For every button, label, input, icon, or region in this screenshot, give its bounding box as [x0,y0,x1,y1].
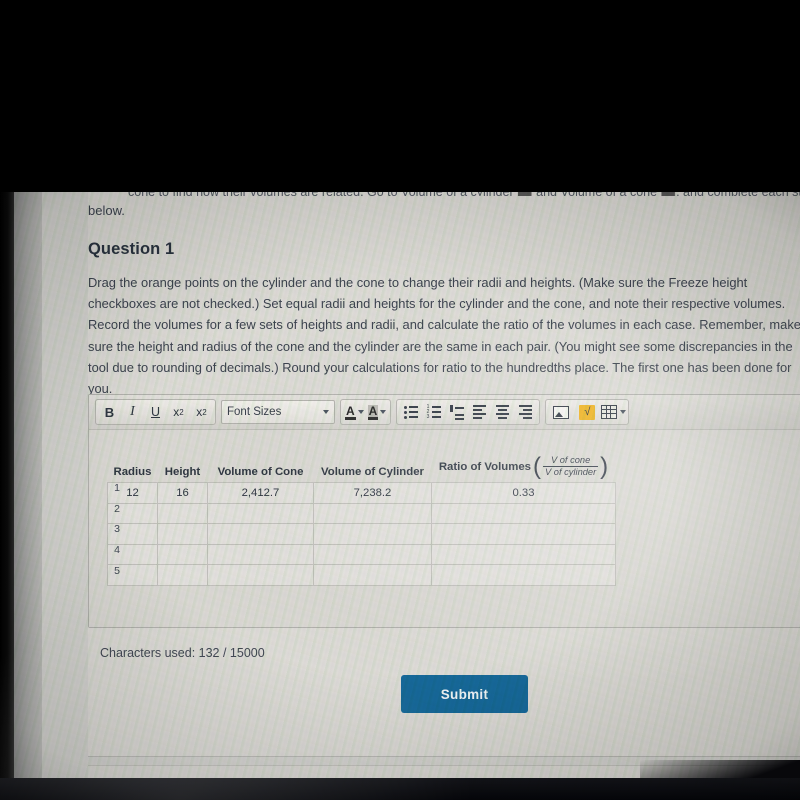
insert-table-button[interactable] [600,402,626,423]
column-header-volume-cone: Volume of Cone [217,466,304,478]
question-card: cone to find how their volumes are relat… [88,185,800,757]
editor-content-area[interactable]: 1 2 3 4 5 Radius Height Volume of Cone V… [89,430,800,627]
table-row[interactable] [107,564,616,586]
question-instructions: Drag the orange points on the cylinder a… [88,275,800,397]
column-header-volume-cylinder: Volume of Cylinder [321,466,424,478]
instruction-continuation: below. [88,203,125,218]
table-row[interactable]: 12 16 2,412.7 7,238.2 0.33 [107,482,616,504]
submit-button[interactable]: Submit [401,675,528,713]
cell-height[interactable]: 16 [157,482,208,504]
monitor-bezel-left [0,186,14,800]
insert-image-button[interactable] [548,402,574,423]
paren-open: ( [533,452,542,480]
cell-volume-cone[interactable]: 2,412.7 [207,482,314,504]
list-align-group: 1 2 3 [396,399,541,425]
chevron-down-icon [619,410,626,414]
text-color-button[interactable]: A [343,405,366,420]
cell-volume-cone[interactable] [207,543,314,565]
highlight-color-button[interactable]: A [366,403,389,420]
cell-ratio[interactable] [431,523,616,545]
answers-table[interactable]: Radius Height Volume of Cone Volume of C… [107,444,616,586]
cell-ratio[interactable] [431,564,616,586]
text-color-label: A [345,403,356,420]
table-grid-icon [600,405,617,419]
cell-volume-cylinder[interactable] [313,543,432,565]
monitor-bezel-top [0,0,800,192]
align-left-icon [473,405,487,419]
chevron-down-icon [323,410,329,414]
superscript-exponent: 2 [179,407,184,417]
highlight-color-label: A [367,403,379,420]
row-number: 1 [114,482,120,495]
table-row[interactable] [107,543,616,565]
align-right-icon [519,405,533,419]
ratio-fraction: V of cone V of cylinder [543,455,599,478]
cell-height[interactable] [157,502,208,524]
table-row[interactable] [107,502,616,524]
rich-text-editor[interactable]: B I U x2 x2 Font Sizes A A 1 2 3 √ 1 2 3… [88,394,800,628]
ratio-label: Ratio of Volumes [438,460,532,473]
indent-button[interactable] [445,402,468,423]
cell-volume-cylinder[interactable] [313,502,432,524]
font-sizes-dropdown[interactable]: Font Sizes [221,400,335,424]
text-style-group: B I U x2 x2 [95,399,216,425]
cell-volume-cone[interactable] [207,564,314,586]
cell-volume-cylinder[interactable] [313,564,432,586]
bulleted-list-button[interactable] [399,402,422,423]
numbered-list-button[interactable]: 1 2 3 [422,402,445,423]
cell-volume-cone[interactable] [207,523,314,545]
page-title: Question 1 [88,240,175,258]
italic-button[interactable]: I [121,402,144,423]
superscript-button[interactable]: x2 [167,402,190,423]
cell-ratio[interactable] [431,502,616,524]
color-group: A A [340,399,392,425]
ratio-denominator: V of cylinder [545,467,597,477]
table-row[interactable] [107,523,616,545]
table-header-row: Radius Height Volume of Cone Volume of C… [108,444,616,483]
column-header-ratio: Ratio of Volumes ( V of cone V of cylind… [432,444,616,483]
insert-equation-button[interactable]: √ [574,402,600,423]
bulleted-list-icon [403,405,419,419]
square-root-icon: √ [579,404,596,420]
font-sizes-label: Font Sizes [227,406,282,418]
monitor-bezel-bottom [0,778,800,800]
row-number: 3 [114,523,120,536]
paren-close: ) [600,452,609,480]
row-number: 5 [114,564,120,577]
cell-height[interactable] [157,543,208,565]
subscript-button[interactable]: x2 [190,402,213,423]
web-page: cone to find how their volumes are relat… [42,185,800,789]
subscript-index: 2 [202,407,207,417]
ratio-numerator: V of cone [543,455,599,467]
indent-icon [449,404,465,420]
row-number: 4 [114,544,120,557]
underline-button[interactable]: U [144,402,167,423]
column-header-height: Height [164,466,201,478]
photographed-screen: cone to find how their volumes are relat… [0,0,800,800]
cell-height[interactable] [157,564,208,586]
row-number-gutter: 1 2 3 4 5 [110,444,124,581]
cell-ratio[interactable] [431,543,616,565]
character-counter: Characters used: 132 / 15000 [100,646,265,660]
cell-volume-cylinder[interactable] [313,523,432,545]
row-number: 2 [114,502,120,515]
chevron-down-icon [380,410,387,414]
align-center-button[interactable] [491,402,514,423]
align-right-button[interactable] [514,402,537,423]
cell-volume-cone[interactable] [207,502,314,524]
monitor-screen: cone to find how their volumes are relat… [12,185,800,789]
align-center-icon [496,405,510,419]
insert-group: √ [545,399,630,425]
image-icon [553,405,570,419]
answers-table-wrapper: 1 2 3 4 5 Radius Height Volume of Cone V… [107,444,616,586]
numbered-list-icon: 1 2 3 [427,404,442,419]
chevron-down-icon [357,410,364,414]
cell-volume-cylinder[interactable]: 7,238.2 [313,482,432,504]
cell-ratio[interactable]: 0.33 [431,482,616,504]
align-left-button[interactable] [468,402,491,423]
editor-toolbar: B I U x2 x2 Font Sizes A A 1 2 3 √ [89,395,800,430]
bold-button[interactable]: B [98,402,121,423]
cell-height[interactable] [157,523,208,545]
